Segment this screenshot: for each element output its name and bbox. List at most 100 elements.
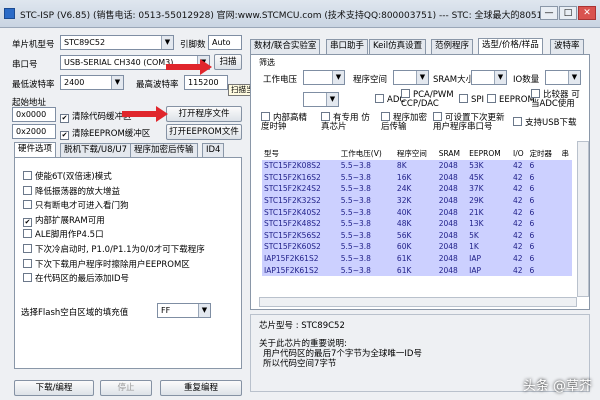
checkbox-icon — [23, 229, 32, 239]
voltage-select[interactable]: ▼ — [303, 70, 345, 85]
clear-eeprom-checkbox[interactable]: ✔ 清除EEPROM缓冲区 — [60, 127, 150, 140]
filter-pca[interactable]: PCA/PWM CCP/DAC — [401, 89, 457, 109]
filter-spi[interactable]: SPI — [459, 94, 484, 105]
open-eeprom-button[interactable]: 打开EEPROM文件 — [166, 124, 242, 140]
port-select[interactable]: USB-SERIAL CH340 (COM3) ▼ — [60, 55, 210, 70]
option-ale-pin[interactable]: ALE脚用作P4.5口 — [23, 228, 205, 243]
table-cell: 42 — [511, 252, 528, 265]
tab-encrypted-transfer[interactable]: 程序加密后传输 — [130, 143, 198, 158]
table-vertical-scrollbar[interactable] — [577, 141, 589, 297]
table-cell: 6 — [527, 241, 560, 253]
table-cell: 2048 — [436, 241, 468, 253]
open-program-button[interactable]: 打开程序文件 — [166, 106, 242, 122]
option-label: ALE脚用作P4.5口 — [35, 230, 104, 241]
table-row[interactable]: STC15F2K48S2 5.5~3.8 48K 2048 13K 42 6 — [262, 217, 572, 230]
stop-button[interactable]: 停止 — [100, 380, 152, 396]
program-space-select[interactable]: ▼ — [393, 70, 429, 85]
table-cell: IAP15F2K61S2 — [262, 264, 339, 276]
table-horizontal-scrollbar[interactable] — [259, 297, 577, 307]
scan-button[interactable]: 扫描 — [214, 54, 242, 70]
filter-user-serial[interactable]: 可设置下次更新 用户程序串口号 — [433, 112, 513, 132]
table-row[interactable]: STC15F2K24S2 5.5~3.8 24K 2048 37K 42 6 — [262, 183, 572, 195]
max-baud-select[interactable]: 115200 — [184, 75, 228, 90]
tab-offline-download[interactable]: 脱机下载/U8/U7 — [60, 143, 131, 158]
tab-lab[interactable]: 数材/联合实验室 — [250, 39, 321, 54]
filter-internal-clock[interactable]: 内部高精 度时钟 — [261, 112, 317, 132]
col-program-space[interactable]: 程序空间 — [394, 146, 437, 160]
option-watchdog[interactable]: 只有断电才可进入看门狗 — [23, 199, 205, 214]
maximize-button[interactable]: □ — [559, 6, 577, 20]
table-cell: 61K — [394, 252, 437, 265]
table-row[interactable]: STC15F2K60S2 5.5~3.8 60K 2048 1K 42 6 — [262, 241, 572, 253]
col-serial[interactable]: 串 — [559, 146, 572, 160]
chevron-down-icon: ▼ — [198, 304, 210, 317]
table-cell: STC15F2K48S2 — [262, 217, 339, 230]
table-cell: 16K — [394, 171, 437, 184]
filter-comparator[interactable]: 比较器 可当ADC使用 — [531, 89, 587, 109]
io-count-select[interactable]: ▼ — [545, 70, 581, 85]
filter-encrypt[interactable]: 程序加密 后传输 — [381, 112, 431, 132]
checkbox-icon — [459, 94, 468, 103]
tab-serial-assistant[interactable]: 串口助手 — [326, 39, 369, 54]
tab-baud[interactable]: 波特率 — [550, 39, 584, 54]
checkbox-icon — [23, 273, 32, 283]
col-io[interactable]: I/O — [511, 146, 528, 160]
sram-select[interactable]: ▼ — [471, 70, 507, 85]
checkbox-icon — [23, 171, 32, 180]
col-model[interactable]: 型号 — [262, 146, 339, 160]
table-row[interactable]: STC15F2K08S2 5.5~3.8 8K 2048 53K 42 6 — [262, 160, 572, 172]
option-internal-ram[interactable]: ✔ 内部扩展RAM可用 — [23, 214, 205, 229]
option-label: 降低振荡器的放大增益 — [35, 186, 121, 197]
table-cell: 5.5~3.8 — [338, 217, 395, 230]
check-icon: ✔ — [60, 114, 69, 123]
option-reduce-gain[interactable]: 降低振荡器的放大增益 — [23, 185, 205, 200]
reprogram-button[interactable]: 重复编程 — [160, 380, 242, 396]
code-address-input[interactable]: 0x0000 — [12, 107, 56, 122]
close-button[interactable]: ✕ — [578, 6, 596, 20]
table-row[interactable]: STC15F2K16S2 5.5~3.8 16K 2048 45K 42 6 — [262, 171, 572, 184]
tab-selection-price[interactable]: 选型/价格/样品 — [478, 38, 543, 54]
clear-code-checkbox[interactable]: ✔ 清除代码缓冲区 — [60, 110, 132, 123]
eeprom-address-input[interactable]: 0x2000 — [12, 124, 56, 139]
option-label: 使能6T(双倍速)模式 — [35, 172, 112, 182]
tab-examples[interactable]: 范例程序 — [431, 39, 474, 54]
table-cell: 48K — [394, 217, 437, 230]
option-6t-mode[interactable]: 使能6T(双倍速)模式 — [23, 170, 205, 185]
download-button[interactable]: 下载/编程 — [14, 380, 94, 396]
filter-emulation[interactable]: 有专用 仿真芯片 — [321, 112, 377, 132]
min-baud-select[interactable]: 2400 ▼ — [60, 75, 124, 90]
col-sram[interactable]: SRAM — [436, 146, 468, 160]
table-cell: 2048 — [436, 194, 468, 207]
chevron-down-icon: ▼ — [161, 36, 173, 49]
filter-eeprom[interactable]: EEPROM — [487, 94, 535, 105]
tab-keil-debug[interactable]: Keil仿真设置 — [369, 39, 427, 54]
checkbox-icon — [23, 185, 32, 195]
table-row[interactable]: STC15F2K40S2 5.5~3.8 40K 2048 21K 42 6 — [262, 206, 572, 218]
pin-count-select[interactable]: Auto — [208, 35, 242, 50]
table-cell: 2048 — [436, 206, 468, 218]
mcu-type-select[interactable]: STC89C52 ▼ — [60, 35, 174, 50]
filter-title: 筛选 — [259, 58, 275, 67]
table-row[interactable]: IAP15F2K61S2 5.5~3.8 61K 2048 IAP 42 6 — [262, 264, 572, 276]
table-cell: 6 — [527, 171, 560, 184]
chevron-down-icon: ▼ — [197, 56, 209, 69]
col-eeprom[interactable]: EEPROM — [467, 146, 511, 160]
filter-usb[interactable]: 支持USB下载 — [513, 116, 576, 128]
option-erase-eeprom[interactable]: 下次下载用户程序时擦除用户EEPROM区 — [23, 258, 205, 273]
table-row[interactable]: STC15F2K32S2 5.5~3.8 32K 2048 29K 42 6 — [262, 194, 572, 207]
table-cell: 5.5~3.8 — [338, 229, 395, 242]
table-row[interactable]: STC15F2K56S2 5.5~3.8 56K 2048 5K 42 6 — [262, 229, 572, 242]
fill-value-select[interactable]: FF ▼ — [157, 303, 211, 318]
tab-id[interactable]: ID4 — [202, 143, 225, 158]
checkbox-icon — [23, 200, 32, 210]
option-p10-p11[interactable]: 下次冷启动时, P1.0/P1.1为0/0才可下载程序 — [23, 243, 205, 258]
extra-select[interactable]: ▼ — [303, 92, 339, 107]
col-timer[interactable]: 定时器 — [527, 146, 560, 160]
watermark-text: 头条 @草芥 — [522, 379, 592, 394]
minimize-button[interactable]: — — [540, 6, 558, 20]
option-add-id[interactable]: 在代码区的最后添加ID号 — [23, 272, 205, 287]
table-row[interactable]: IAP15F2K61S2 5.5~3.8 61K 2048 IAP 42 6 — [262, 252, 572, 265]
col-voltage[interactable]: 工作电压(V) — [338, 146, 395, 160]
chip-note-2: 所以代码空间7字节 — [263, 359, 337, 369]
tab-hardware-options[interactable]: 硬件选项 — [14, 142, 57, 158]
